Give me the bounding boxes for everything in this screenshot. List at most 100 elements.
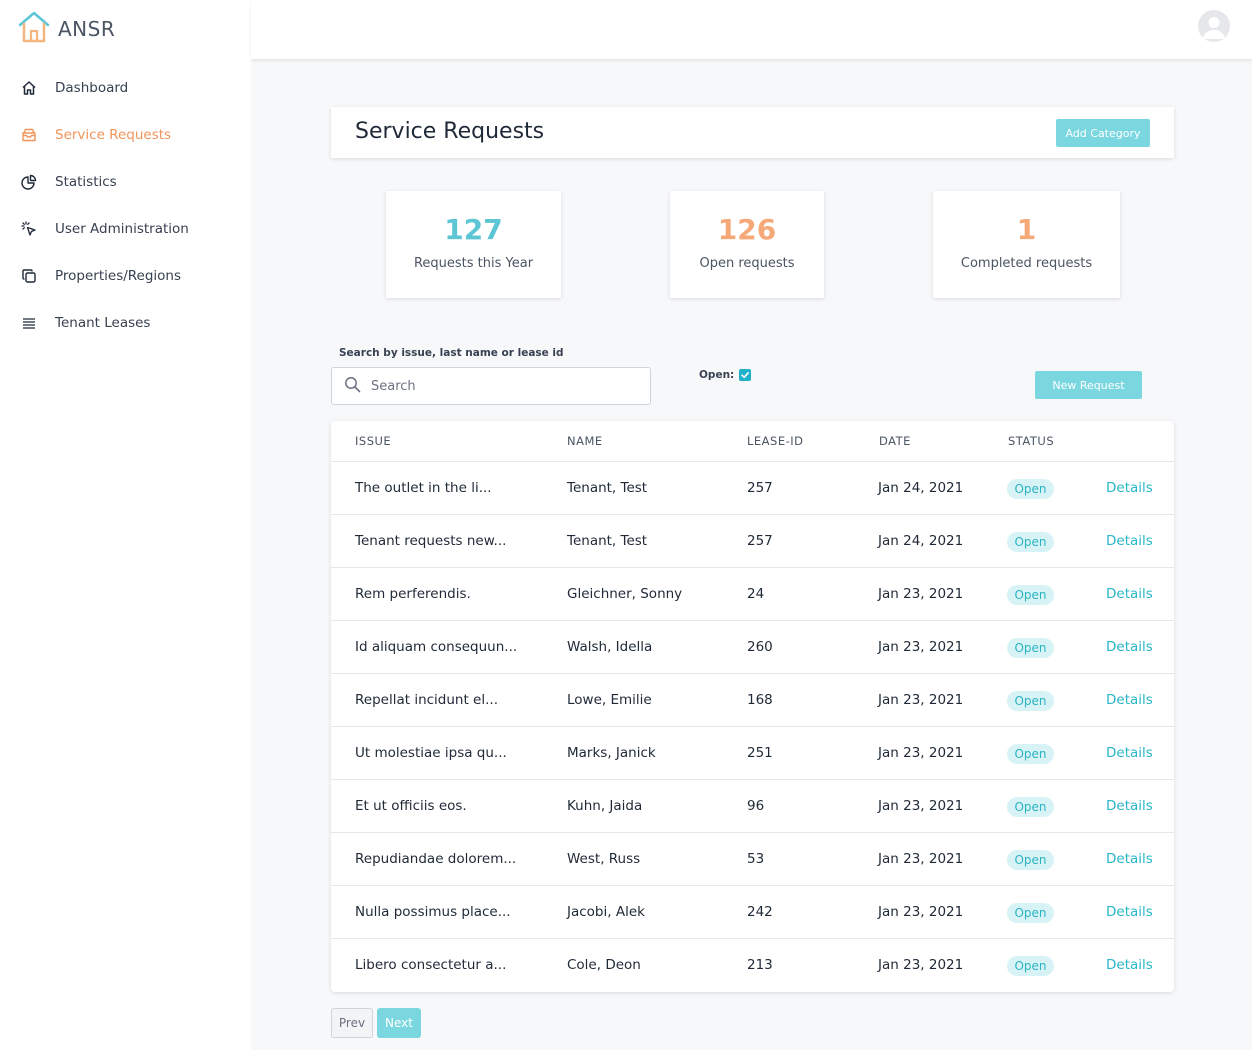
stat-label: Open requests (699, 256, 795, 271)
stat-card-requests-year: 127 Requests this Year (386, 191, 561, 298)
cell-issue: Et ut officiis eos. (355, 798, 467, 814)
app-logo[interactable]: ANSR (18, 10, 115, 48)
search-label: Search by issue, last name or lease id (339, 347, 564, 359)
cell-lease-id: 24 (747, 586, 765, 602)
next-page-button[interactable]: Next (377, 1008, 421, 1038)
sidebar-nav: Dashboard Service Requests Statistics Us… (0, 64, 251, 346)
table-row[interactable]: Libero consectetur a... Cole, Deon 213 Jan … (331, 939, 1174, 992)
tray-icon (20, 126, 38, 144)
stat-value: 127 (444, 213, 503, 246)
cell-name: Jacobi, Alek (567, 904, 645, 920)
table-row[interactable]: The outlet in the li... Tenant, Test 257 Ja… (331, 462, 1174, 515)
sidebar-item-user-administration[interactable]: User Administration (0, 205, 251, 252)
stat-card-open-requests: 126 Open requests (670, 191, 824, 298)
column-header-date[interactable]: DATE (879, 434, 911, 448)
cell-lease-id: 213 (747, 957, 773, 973)
cell-issue: The outlet in the li... (355, 480, 492, 496)
status-badge: Open (1007, 585, 1054, 605)
page-title: Service Requests (355, 119, 545, 144)
details-link[interactable]: Details (1106, 480, 1153, 496)
cell-date: Jan 23, 2021 (878, 904, 964, 920)
cell-lease-id: 251 (747, 745, 773, 761)
sidebar-item-label: Tenant Leases (55, 314, 151, 331)
user-avatar-icon[interactable] (1198, 10, 1230, 42)
search-icon (344, 376, 361, 397)
cell-lease-id: 168 (747, 692, 773, 708)
sidebar-item-label: Service Requests (55, 126, 172, 143)
sidebar-item-label: Properties/Regions (55, 267, 182, 284)
details-link[interactable]: Details (1106, 692, 1153, 708)
status-badge: Open (1007, 850, 1054, 870)
cell-date: Jan 23, 2021 (878, 957, 964, 973)
requests-table: ISSUE NAME LEASE-ID DATE STATUS The outl… (331, 421, 1174, 992)
cell-lease-id: 53 (747, 851, 765, 867)
house-logo-icon (18, 10, 50, 48)
status-badge: Open (1007, 744, 1054, 764)
table-row[interactable]: Tenant requests new... Tenant, Test 257 Jan… (331, 515, 1174, 568)
cell-issue: Libero consectetur a... (355, 957, 507, 973)
cell-issue: Repellat incidunt el... (355, 692, 498, 708)
column-header-issue[interactable]: ISSUE (355, 434, 391, 448)
stat-value: 126 (717, 213, 777, 246)
sidebar-item-properties-regions[interactable]: Properties/Regions (0, 252, 251, 299)
column-header-name[interactable]: NAME (567, 434, 603, 448)
cell-issue: Repudiandae dolorem... (355, 851, 517, 867)
cell-issue: Id aliquam consequun... (355, 639, 518, 655)
details-link[interactable]: Details (1106, 904, 1153, 920)
page-header: Service Requests Add Category (331, 107, 1174, 158)
cell-name: Marks, Janick (567, 745, 656, 761)
table-row[interactable]: Rem perferendis. Gleichner, Sonny 24 Jan 23… (331, 568, 1174, 621)
details-link[interactable]: Details (1106, 586, 1153, 602)
sidebar-item-dashboard[interactable]: Dashboard (0, 64, 251, 111)
cell-name: Gleichner, Sonny (567, 586, 683, 602)
table-row[interactable]: Nulla possimus place... Jacobi, Alek 242 Ja… (331, 886, 1174, 939)
stat-label: Completed requests (960, 256, 1093, 271)
table-row[interactable]: Id aliquam consequun... Walsh, Idella 260 J… (331, 621, 1174, 674)
cell-name: Lowe, Emilie (567, 692, 652, 708)
cell-lease-id: 96 (747, 798, 765, 814)
details-link[interactable]: Details (1106, 745, 1153, 761)
details-link[interactable]: Details (1106, 957, 1153, 973)
top-bar (251, 0, 1252, 59)
table-row[interactable]: Repellat incidunt el... Lowe, Emilie 168 Ja… (331, 674, 1174, 727)
column-header-status[interactable]: STATUS (1008, 434, 1054, 448)
search-input[interactable] (371, 378, 641, 394)
cell-name: Kuhn, Jaida (567, 798, 643, 814)
status-badge: Open (1007, 903, 1054, 923)
table-row[interactable]: Et ut officiis eos. Kuhn, Jaida 96 Jan 23, … (331, 780, 1174, 833)
new-request-button[interactable]: New Request (1035, 371, 1142, 399)
column-header-lease-id[interactable]: LEASE-ID (747, 434, 804, 448)
pie-chart-icon (20, 173, 38, 191)
cell-date: Jan 23, 2021 (878, 745, 964, 761)
status-badge: Open (1007, 691, 1054, 711)
status-badge: Open (1007, 638, 1054, 658)
stat-label: Requests this Year (413, 256, 534, 271)
open-filter: Open: (699, 369, 752, 381)
cell-date: Jan 23, 2021 (878, 692, 964, 708)
prev-page-button[interactable]: Prev (331, 1008, 373, 1038)
details-link[interactable]: Details (1106, 851, 1153, 867)
cell-name: Walsh, Idella (567, 639, 653, 655)
cell-lease-id: 242 (747, 904, 773, 920)
search-box[interactable] (331, 367, 651, 405)
add-category-button[interactable]: Add Category (1056, 119, 1150, 147)
sidebar-item-service-requests[interactable]: Service Requests (0, 111, 251, 158)
table-body: The outlet in the li... Tenant, Test 257 Ja… (331, 462, 1174, 992)
table-row[interactable]: Ut molestiae ipsa qu... Marks, Janick 251 J… (331, 727, 1174, 780)
details-link[interactable]: Details (1106, 798, 1153, 814)
open-checkbox[interactable] (739, 369, 752, 381)
cell-date: Jan 23, 2021 (878, 798, 964, 814)
sidebar-item-statistics[interactable]: Statistics (0, 158, 251, 205)
cell-date: Jan 23, 2021 (878, 639, 964, 655)
details-link[interactable]: Details (1106, 639, 1153, 655)
table-row[interactable]: Repudiandae dolorem... West, Russ 53 Jan 23… (331, 833, 1174, 886)
cell-name: Cole, Deon (567, 957, 641, 973)
app-name: ANSR (58, 17, 116, 41)
sidebar-item-tenant-leases[interactable]: Tenant Leases (0, 299, 251, 346)
details-link[interactable]: Details (1106, 533, 1153, 549)
cell-name: Tenant, Test (567, 533, 648, 549)
status-badge: Open (1007, 956, 1054, 976)
cell-issue: Ut molestiae ipsa qu... (355, 745, 507, 761)
stat-card-completed-requests: 1 Completed requests (933, 191, 1120, 298)
open-filter-label: Open: (699, 369, 735, 381)
